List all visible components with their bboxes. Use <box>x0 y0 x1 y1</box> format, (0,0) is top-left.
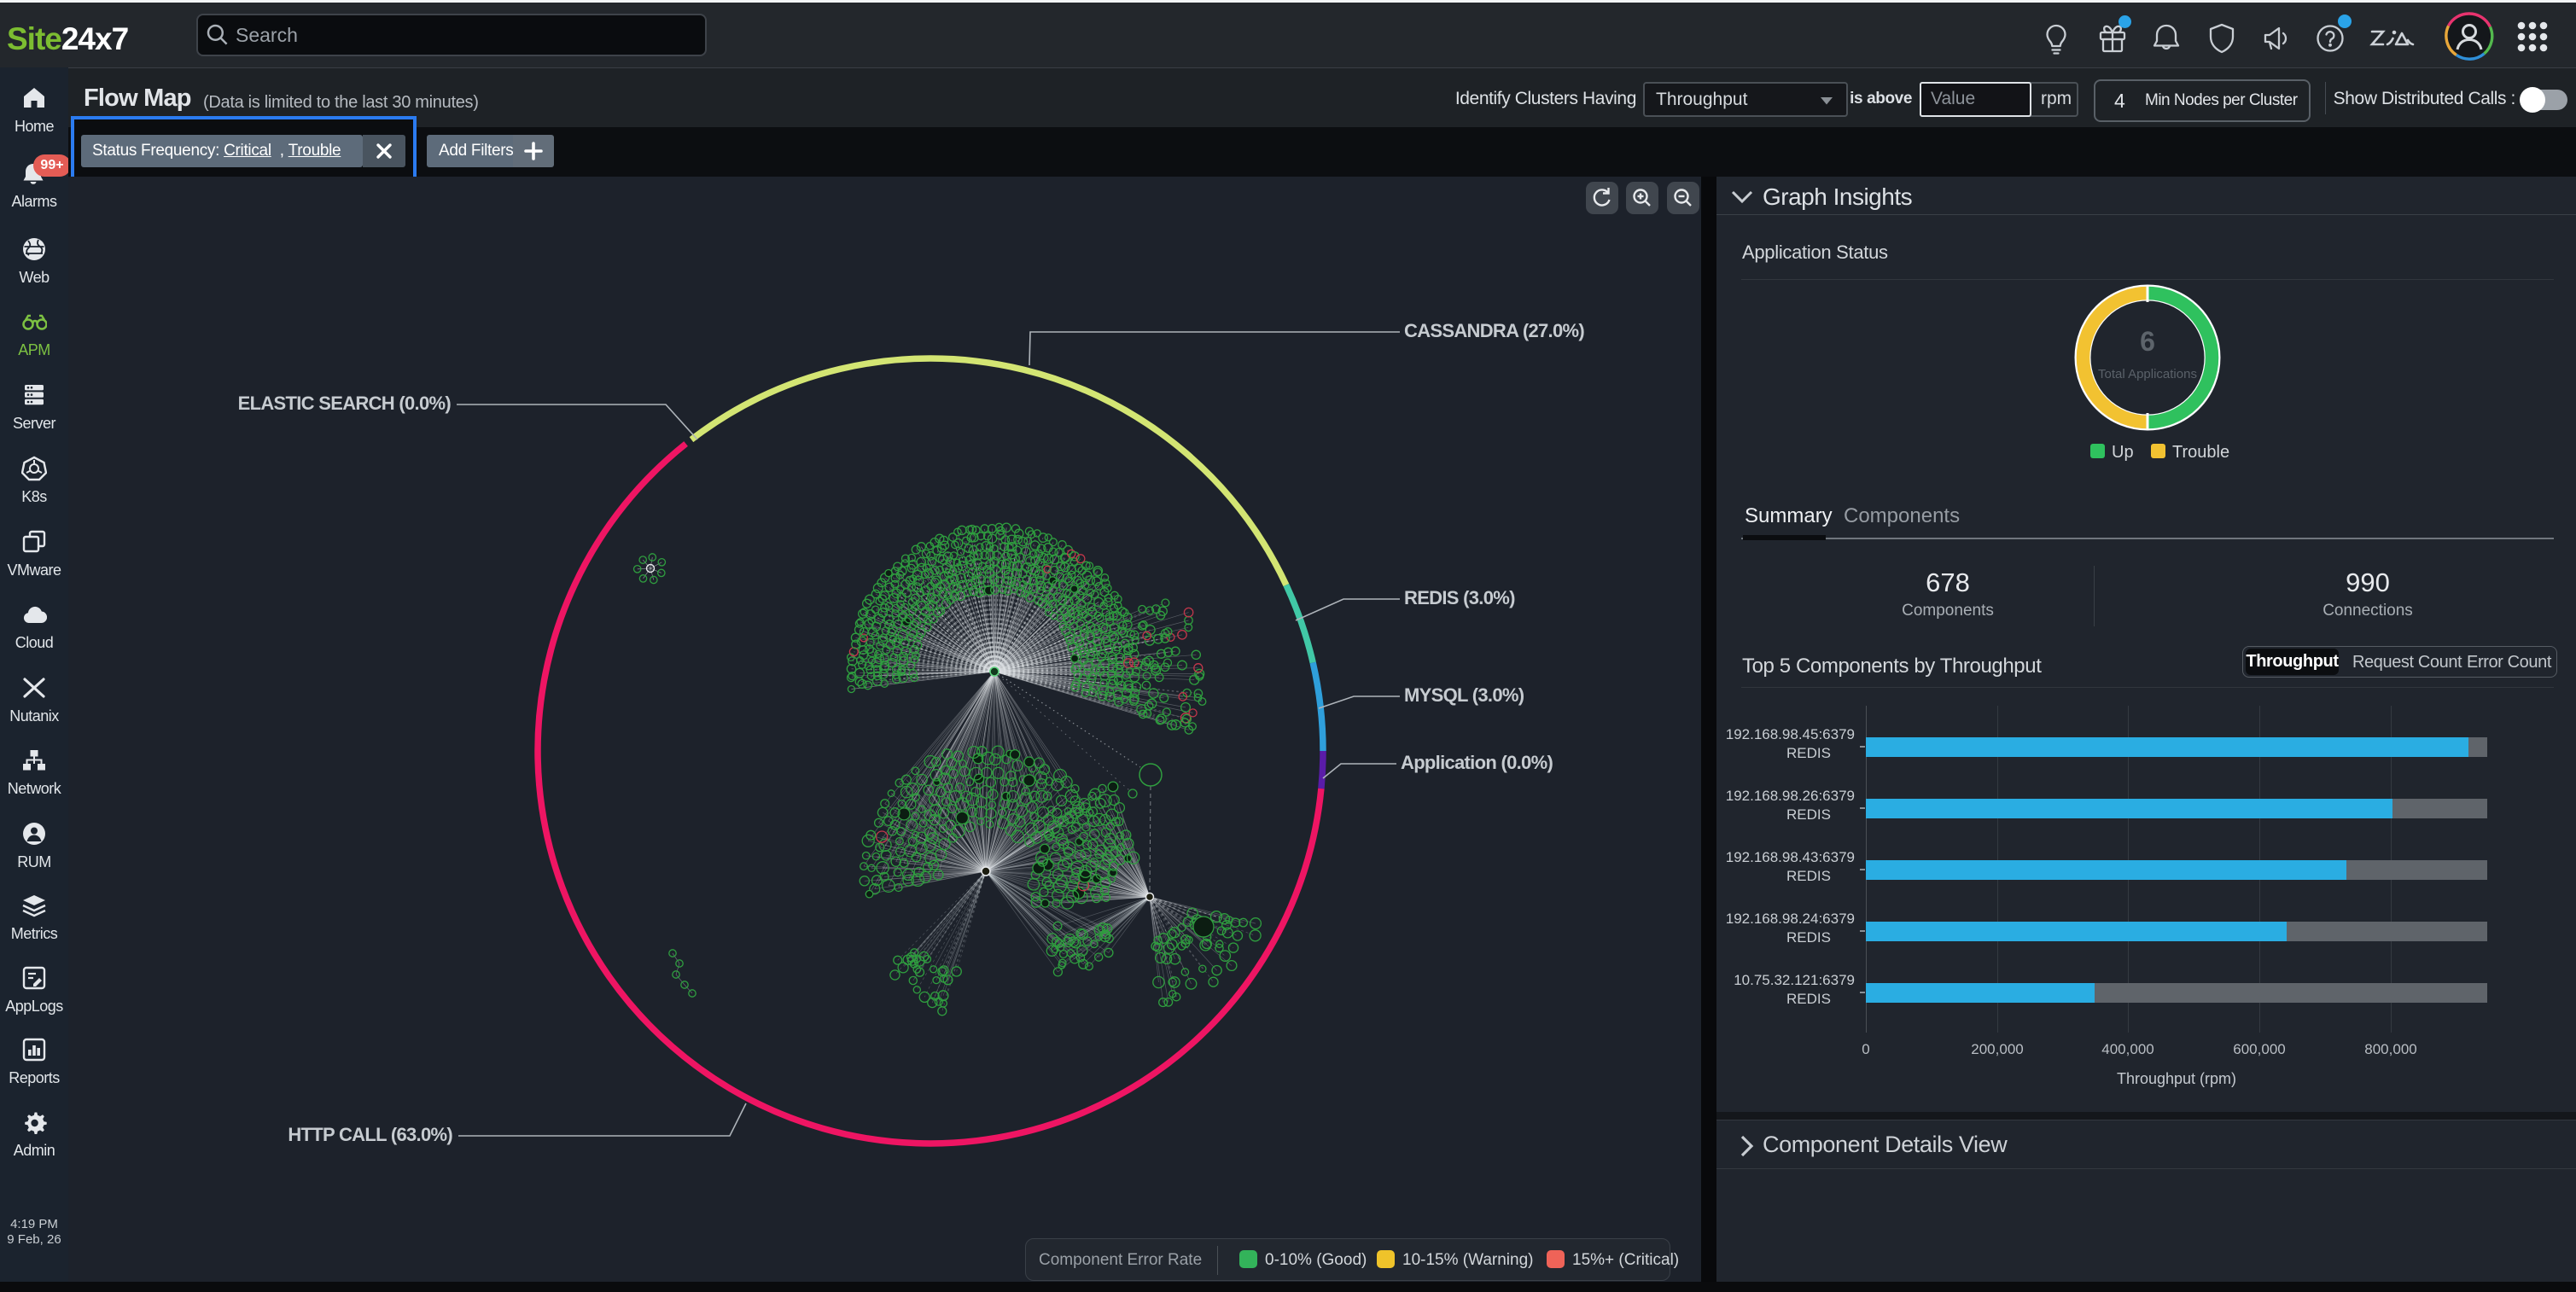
svg-text:6: 6 <box>2140 326 2155 357</box>
svg-text:CASSANDRA (27.0%): CASSANDRA (27.0%) <box>1404 320 1584 341</box>
svg-text:REDIS (3.0%): REDIS (3.0%) <box>1404 587 1515 608</box>
svg-text:MYSQL (3.0%): MYSQL (3.0%) <box>1404 684 1524 706</box>
svg-text:HTTP CALL (63.0%): HTTP CALL (63.0%) <box>288 1124 452 1145</box>
svg-text:ELASTIC SEARCH (0.0%): ELASTIC SEARCH (0.0%) <box>238 393 452 414</box>
svg-text:Total Applications: Total Applications <box>2098 367 2197 381</box>
svg-text:Application (0.0%): Application (0.0%) <box>1401 752 1553 773</box>
